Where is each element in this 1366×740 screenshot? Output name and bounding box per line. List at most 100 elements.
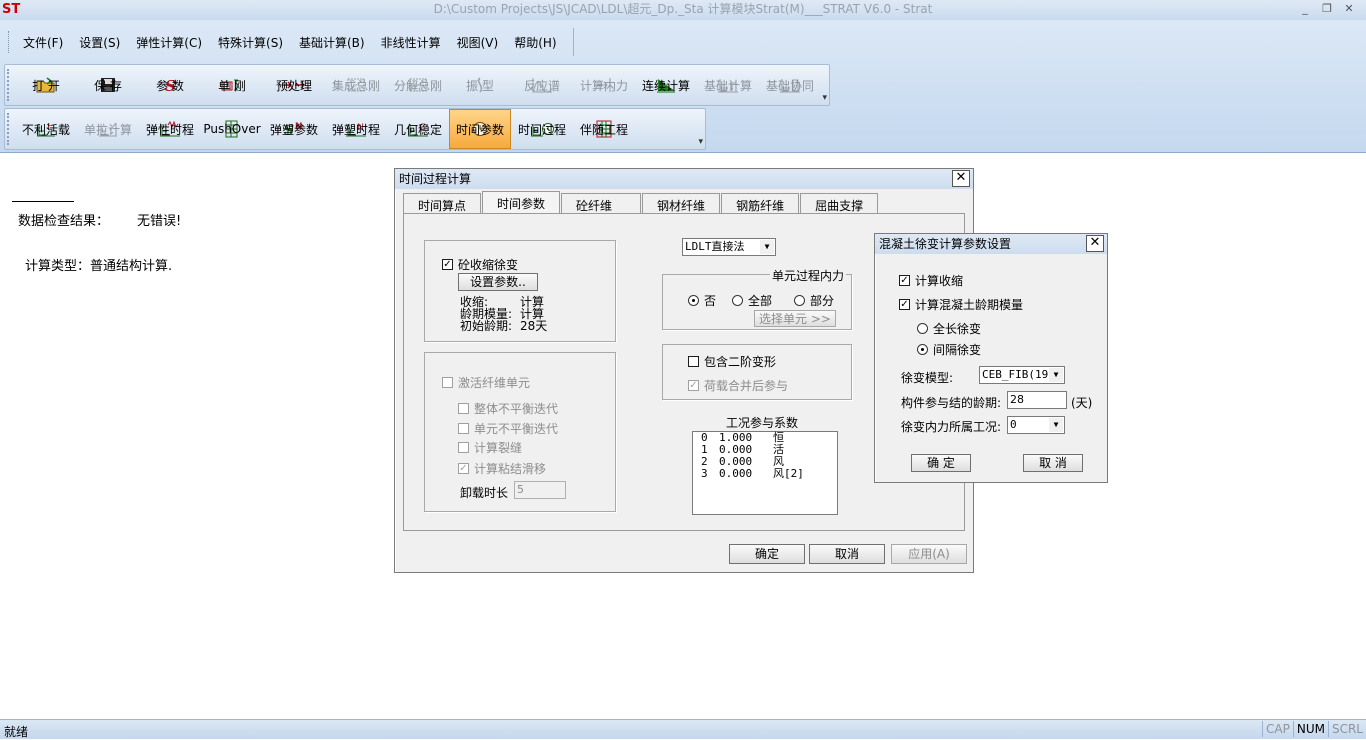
chevron-down-icon[interactable]: ▼ <box>1049 418 1063 432</box>
pushover-button[interactable]: PushOver <box>201 109 263 149</box>
tension-only-button[interactable]: 单拉计算 <box>77 109 139 149</box>
mode-shape-button[interactable]: 振 型 <box>449 65 511 105</box>
radio-all-dot[interactable] <box>732 295 743 306</box>
global-unbalance-checkbox[interactable]: 整体不平衡迭代 <box>458 400 558 417</box>
creep-cancel-button[interactable]: 取 消 <box>1023 454 1083 472</box>
shrink-creep-check[interactable]: ✓ <box>442 259 453 270</box>
merge-load-check[interactable]: ✓ <box>688 380 699 391</box>
set-params-button[interactable]: 设置参数.. <box>458 273 538 291</box>
radio-partial-dot[interactable] <box>794 295 805 306</box>
shrink-creep-checkbox[interactable]: ✓ 砼收缩徐变 <box>442 256 518 273</box>
time-cancel-button[interactable]: 取消 <box>809 544 885 564</box>
response-spectrum-button[interactable]: 反应谱 <box>511 65 573 105</box>
calc-crack-checkbox[interactable]: 计算裂缝 <box>458 439 522 456</box>
plastic-param-button[interactable]: SN 弹塑参数 <box>263 109 325 149</box>
bond-slip-check[interactable]: ✓ <box>458 463 469 474</box>
list-item[interactable]: 3 0.000 风[2] <box>693 468 837 480</box>
calc-age-modulus-label: 计算混凝土龄期模量 <box>915 298 1024 312</box>
chevron-down-icon[interactable]: ▼ <box>760 240 774 254</box>
calc-crack-check[interactable] <box>458 442 469 453</box>
maximize-button[interactable]: ❐ <box>1316 0 1338 18</box>
close-window-button[interactable]: ✕ <box>1338 0 1360 18</box>
activate-fiber-label: 激活纤维单元 <box>458 376 531 390</box>
compute-forces-button[interactable]: 计算内力 <box>573 65 635 105</box>
toolbar2-overflow-icon[interactable]: ▾ <box>698 137 703 147</box>
creep-case-label: 徐变内力所属工况: <box>901 420 1002 434</box>
second-order-check[interactable] <box>688 356 699 367</box>
solver-select[interactable]: LDLT直接法 ▼ <box>682 238 776 256</box>
toolbar-overflow-icon[interactable]: ▾ <box>822 93 827 103</box>
foundation-sync-button[interactable]: 基础协同 <box>759 65 821 105</box>
calc-age-modulus-check[interactable]: ✓ <box>899 299 910 310</box>
activate-fiber-checkbox[interactable]: 激活纤维单元 <box>442 374 530 391</box>
foundation-calc-button[interactable]: 基础计算 <box>697 65 759 105</box>
member-age-input[interactable]: 28 <box>1007 391 1067 409</box>
list-item[interactable]: 1 0.000 活 <box>693 444 837 456</box>
chevron-down-icon[interactable]: ▼ <box>1049 368 1063 382</box>
creep-dialog-close-button[interactable]: ✕ <box>1086 235 1104 252</box>
menu-elastic-calc[interactable]: 弹性计算(C) <box>128 32 210 53</box>
menu-view[interactable]: 视图(V) <box>449 32 507 53</box>
radio-partial[interactable]: 部分 <box>794 292 834 309</box>
menu-special-calc[interactable]: 特殊计算(S) <box>210 32 291 53</box>
time-process-button[interactable]: 时间过程 <box>511 109 573 149</box>
merge-load-label: 荷载合并后参与 <box>704 379 789 393</box>
element-unbalance-checkbox[interactable]: 单元不平衡迭代 <box>458 420 558 437</box>
element-unbalance-check[interactable] <box>458 423 469 434</box>
unload-duration-input[interactable]: 5 <box>514 481 566 499</box>
interval-radio[interactable]: 间隔徐变 <box>917 341 981 358</box>
calc-age-modulus-checkbox[interactable]: ✓ 计算混凝土龄期模量 <box>899 296 1023 313</box>
radio-no[interactable]: 否 <box>688 292 716 309</box>
accompany-project-button[interactable]: 伴随工程 <box>573 109 635 149</box>
menu-grip[interactable] <box>8 31 11 53</box>
save-button[interactable]: 保 存 <box>77 65 139 105</box>
full-length-dot[interactable] <box>917 323 928 334</box>
time-apply-button[interactable]: 应用(A) <box>891 544 967 564</box>
menu-file[interactable]: 文件(F) <box>15 32 71 53</box>
plastic-history-button[interactable]: N 弹塑时程 <box>325 109 387 149</box>
menu-settings[interactable]: 设置(S) <box>71 32 128 53</box>
load-coef-list[interactable]: 0 1.000 恒 1 0.000 活 2 0.000 风 3 0.000 风[2] <box>692 431 838 515</box>
global-unbalance-check[interactable] <box>458 403 469 414</box>
menu-help[interactable]: 帮助(H) <box>506 32 564 53</box>
time-dialog-close-button[interactable]: ✕ <box>952 170 970 187</box>
time-ok-button[interactable]: 确定 <box>729 544 805 564</box>
select-element-button[interactable]: 选择单元 >> <box>754 310 836 327</box>
bond-slip-checkbox[interactable]: ✓ 计算粘结滑移 <box>458 460 546 477</box>
calc-shrink-check[interactable]: ✓ <box>899 275 910 286</box>
radio-all[interactable]: 全部 <box>732 292 772 309</box>
menu-foundation-calc[interactable]: 基础计算(B) <box>291 32 373 53</box>
toolbar-grip[interactable] <box>7 69 13 101</box>
activate-fiber-check[interactable] <box>442 377 453 388</box>
menu-nonlinear-calc[interactable]: 非线性计算 <box>373 32 449 53</box>
preprocess-button[interactable]: 预处理 <box>263 65 325 105</box>
time-param-button[interactable]: 时间参数 <box>449 109 511 149</box>
adverse-live-load-button[interactable]: L 不利活载 <box>15 109 77 149</box>
creep-model-select[interactable]: CEB_FIB(199 ▼ <box>979 366 1065 384</box>
creep-case-select[interactable]: 0 ▼ <box>1007 416 1065 434</box>
element-stiffness-button[interactable]: 单 刚 <box>201 65 263 105</box>
parameter-button[interactable]: S 参 数 <box>139 65 201 105</box>
decompose-stiffness-label: 分解总刚 <box>393 78 442 93</box>
second-order-checkbox[interactable]: 包含二阶变形 <box>688 353 776 370</box>
list-item[interactable]: 2 0.000 风 <box>693 456 837 468</box>
elastic-history-button[interactable]: 弹性时程 <box>139 109 201 149</box>
interval-dot[interactable] <box>917 344 928 355</box>
list-item[interactable]: 0 1.000 恒 <box>693 432 837 444</box>
assemble-stiffness-button[interactable]: 集成总刚 <box>325 65 387 105</box>
time-dialog-titlebar[interactable]: 时间过程计算 ✕ <box>395 169 973 189</box>
geometric-stability-button[interactable]: G 几何稳定 <box>387 109 449 149</box>
main-toolbar: 打 开 保 存 S 参 数 单 刚 预处理 集成总刚 分解总刚 振 型 反应谱 … <box>4 64 830 106</box>
full-length-radio[interactable]: 全长徐变 <box>917 320 981 337</box>
open-button[interactable]: 打 开 <box>15 65 77 105</box>
merge-load-checkbox[interactable]: ✓ 荷载合并后参与 <box>688 377 788 394</box>
minimize-button[interactable]: _ <box>1294 0 1316 18</box>
continuous-calc-button[interactable]: 连续计算 <box>635 65 697 105</box>
calc-shrink-checkbox[interactable]: ✓ 计算收缩 <box>899 272 963 289</box>
radio-no-dot[interactable] <box>688 295 699 306</box>
decompose-stiffness-button[interactable]: 分解总刚 <box>387 65 449 105</box>
creep-ok-button[interactable]: 确 定 <box>911 454 971 472</box>
creep-model-value: CEB_FIB(199 <box>982 368 1055 381</box>
toolbar2-grip[interactable] <box>7 113 13 145</box>
creep-dialog-titlebar[interactable]: 混凝土徐变计算参数设置 ✕ <box>875 234 1107 254</box>
